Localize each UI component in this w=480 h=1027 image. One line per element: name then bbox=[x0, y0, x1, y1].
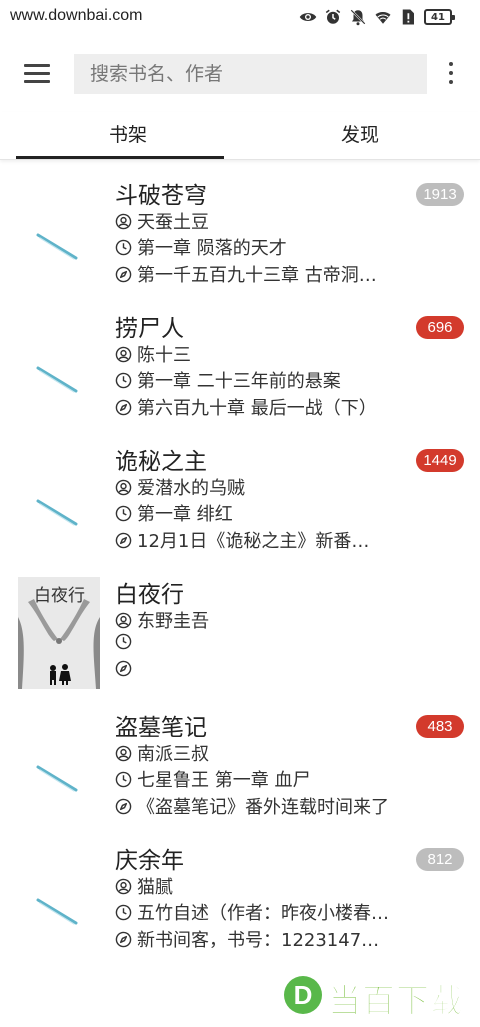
cover-placeholder-image bbox=[36, 499, 78, 526]
book-progress-row: 第一章 陨落的天才 bbox=[115, 234, 287, 260]
clock-icon bbox=[115, 633, 132, 650]
book-cover-image: 白夜行 bbox=[18, 577, 100, 689]
book-latest-chapter: 第六百九十章 最后一战（下） bbox=[137, 398, 377, 419]
wifi-icon bbox=[374, 8, 392, 26]
book-title: 诡秘之主 bbox=[115, 449, 207, 475]
author-icon bbox=[115, 878, 132, 894]
book-author-row: 天蚕土豆 bbox=[115, 208, 209, 234]
book-latest-row: 《盗墓笔记》番外连载时间来了 bbox=[115, 793, 389, 819]
unread-count-badge: 483 bbox=[416, 715, 464, 738]
book-author-row: 南派三叔 bbox=[115, 740, 209, 766]
book-item[interactable]: 捞尸人陈十三第一章 二十三年前的悬案第六百九十章 最后一战（下） 696 bbox=[0, 303, 480, 436]
status-icons: 41 bbox=[299, 8, 455, 26]
book-latest-chapter: 第一千五百九十三章 古帝洞… bbox=[137, 265, 377, 286]
book-item[interactable]: 白夜行 白夜行东野圭吾 bbox=[0, 569, 480, 702]
sim-alert-icon bbox=[399, 8, 417, 26]
compass-icon bbox=[115, 660, 132, 677]
clock-icon bbox=[115, 505, 132, 521]
book-progress-row: 五竹自述（作者：昨夜小楼春… bbox=[115, 899, 389, 925]
author-icon bbox=[115, 479, 132, 495]
book-author: 爱潜水的乌贼 bbox=[137, 478, 245, 499]
clock-icon bbox=[115, 239, 132, 255]
book-latest-row: 第一千五百九十三章 古帝洞… bbox=[115, 261, 377, 287]
book-author-row: 爱潜水的乌贼 bbox=[115, 474, 245, 500]
status-bar: www.downbai.com 41 bbox=[0, 0, 480, 36]
book-list: 斗破苍穹天蚕土豆第一章 陨落的天才第一千五百九十三章 古帝洞… 1913 捞尸人陈十… bbox=[0, 170, 480, 968]
tab-indicator bbox=[16, 156, 224, 159]
tab-discover[interactable]: 发现 bbox=[248, 112, 472, 160]
book-item[interactable]: 盗墓笔记南派三叔七星鲁王 第一章 血尸《盗墓笔记》番外连载时间来了 483 bbox=[0, 702, 480, 835]
app-bar bbox=[0, 52, 480, 96]
book-latest-chapter: 《盗墓笔记》番外连载时间来了 bbox=[137, 797, 389, 818]
book-item[interactable]: 斗破苍穹天蚕土豆第一章 陨落的天才第一千五百九十三章 古帝洞… 1913 bbox=[0, 170, 480, 303]
compass-icon bbox=[115, 931, 132, 947]
cover-placeholder-image bbox=[36, 898, 78, 925]
unread-count-badge: 1449 bbox=[416, 449, 464, 472]
book-progress-row: 第一章 二十三年前的悬案 bbox=[115, 367, 341, 393]
book-latest-row: 新书间客，书号：1223147… bbox=[115, 926, 379, 952]
clock-icon bbox=[115, 372, 132, 388]
cover-title: 白夜行 bbox=[34, 586, 85, 606]
alarm-icon bbox=[324, 8, 342, 26]
more-vertical-icon[interactable] bbox=[446, 62, 456, 88]
eye-icon bbox=[299, 8, 317, 26]
book-progress-chapter: 第一章 陨落的天才 bbox=[137, 238, 287, 259]
compass-icon bbox=[115, 266, 132, 282]
book-progress-row: 七星鲁王 第一章 血尸 bbox=[115, 766, 310, 792]
book-author-row: 猫腻 bbox=[115, 873, 173, 899]
book-title: 盗墓笔记 bbox=[115, 715, 207, 741]
book-progress-chapter: 五竹自述（作者：昨夜小楼春… bbox=[137, 903, 389, 924]
compass-icon bbox=[115, 399, 132, 415]
author-icon bbox=[115, 745, 132, 761]
book-latest-row: 12月1日《诡秘之主》新番… bbox=[115, 527, 369, 553]
author-icon bbox=[115, 213, 132, 229]
book-title: 庆余年 bbox=[115, 848, 184, 874]
book-progress-chapter: 第一章 绯红 bbox=[137, 504, 233, 525]
book-author-row: 东野圭吾 bbox=[115, 607, 209, 633]
menu-icon[interactable] bbox=[24, 64, 50, 84]
cover-placeholder-image bbox=[36, 765, 78, 792]
book-item[interactable]: 庆余年猫腻五竹自述（作者：昨夜小楼春… 新书间客，书号：1223147… 812 bbox=[0, 835, 480, 968]
compass-icon bbox=[115, 798, 132, 814]
book-author: 天蚕土豆 bbox=[137, 212, 209, 233]
battery-icon: 41 bbox=[424, 9, 455, 25]
watermark-logo: D 当百下载 bbox=[284, 970, 474, 1021]
clock-icon bbox=[115, 904, 132, 920]
clock-icon bbox=[115, 771, 132, 787]
book-author: 东野圭吾 bbox=[137, 611, 209, 632]
unread-count-badge: 1913 bbox=[416, 183, 464, 206]
book-progress-row bbox=[115, 633, 137, 650]
book-latest-chapter: 新书间客，书号：1223147… bbox=[137, 930, 380, 951]
unread-count-badge: 696 bbox=[416, 316, 464, 339]
book-author: 陈十三 bbox=[137, 345, 191, 366]
book-progress-chapter: 七星鲁王 第一章 血尸 bbox=[137, 770, 311, 791]
book-progress-chapter: 第一章 二十三年前的悬案 bbox=[137, 371, 341, 392]
tab-bookshelf[interactable]: 书架 bbox=[16, 112, 240, 160]
search-input[interactable] bbox=[74, 54, 427, 94]
book-title: 白夜行 bbox=[115, 582, 184, 608]
watermark-logo-icon: D bbox=[284, 976, 322, 1014]
book-progress-row: 第一章 绯红 bbox=[115, 500, 233, 526]
watermark-url: www.downbai.com bbox=[6, 6, 147, 26]
tab-bar: 书架 发现 bbox=[0, 112, 480, 160]
compass-icon bbox=[115, 532, 132, 548]
book-latest-row: 第六百九十章 最后一战（下） bbox=[115, 394, 377, 420]
book-latest-row bbox=[115, 660, 137, 677]
watermark-logo-text: 当百下载 bbox=[328, 981, 464, 1021]
book-latest-chapter: 12月1日《诡秘之主》新番… bbox=[137, 531, 370, 552]
book-author: 猫腻 bbox=[137, 877, 173, 898]
cover-placeholder-image bbox=[36, 233, 78, 260]
book-title: 捞尸人 bbox=[115, 316, 184, 342]
unread-count-badge: 812 bbox=[416, 848, 464, 871]
book-author-row: 陈十三 bbox=[115, 341, 191, 367]
book-title: 斗破苍穹 bbox=[115, 183, 207, 209]
cover-placeholder-image bbox=[36, 366, 78, 393]
book-author: 南派三叔 bbox=[137, 744, 209, 765]
mute-icon bbox=[349, 8, 367, 26]
author-icon bbox=[115, 346, 132, 362]
book-item[interactable]: 诡秘之主爱潜水的乌贼 第一章 绯红 12月1日《诡秘之主》新番… 1449 bbox=[0, 436, 480, 569]
author-icon bbox=[115, 612, 132, 628]
